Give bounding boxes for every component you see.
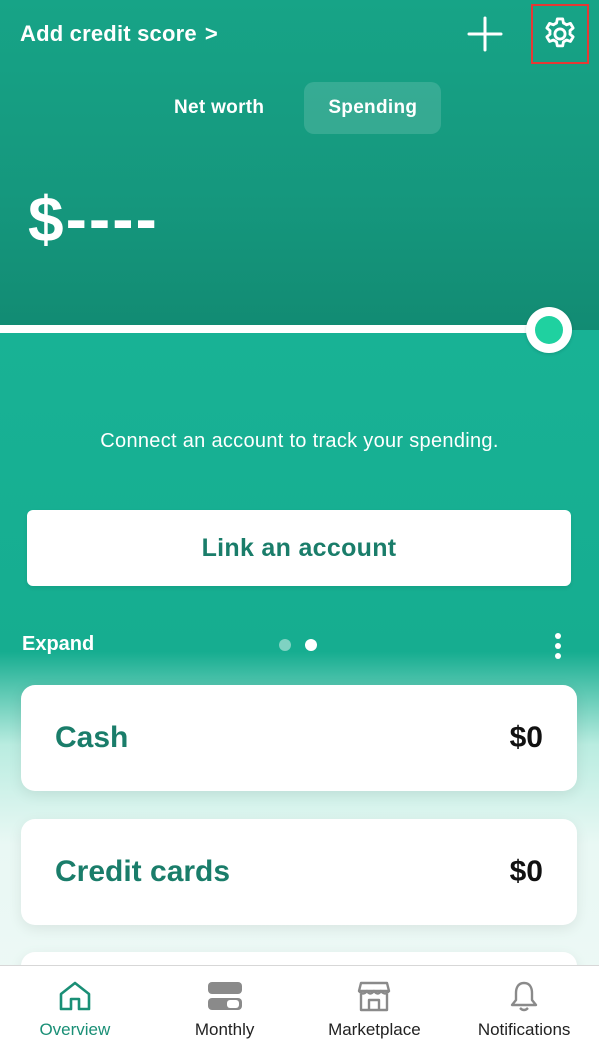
timeline-handle[interactable]	[526, 307, 572, 353]
bell-icon	[510, 981, 538, 1012]
nav-monthly[interactable]: Monthly	[150, 966, 300, 1045]
more-dot-icon	[555, 653, 561, 659]
timeline-handle-dot	[535, 316, 563, 344]
page-indicator	[279, 639, 317, 651]
nav-overview[interactable]: Overview	[0, 966, 150, 1045]
more-dot-icon	[555, 633, 561, 639]
nav-label: Monthly	[194, 1020, 255, 1039]
home-icon	[59, 981, 91, 1011]
chevron-right-icon: >	[204, 21, 218, 46]
card-value: $0	[509, 721, 543, 754]
page-dot-2[interactable]	[305, 639, 317, 651]
settings-button[interactable]	[531, 4, 589, 64]
expand-button[interactable]: Expand	[22, 633, 94, 656]
connect-message: Connect an account to track your spendin…	[100, 430, 499, 452]
card-value: $0	[509, 855, 543, 888]
bottom-nav: Overview Monthly Marketplace Notificatio…	[0, 965, 599, 1045]
add-credit-score-link[interactable]: Add credit score >	[20, 18, 218, 50]
link-account-button[interactable]: Link an account	[27, 510, 571, 586]
credit-link-label: Add credit score	[20, 21, 197, 46]
nav-label: Notifications	[477, 1020, 571, 1039]
plus-icon	[467, 16, 503, 52]
page-dot-1[interactable]	[279, 639, 291, 651]
account-card-credit-cards[interactable]: Credit cards $0	[21, 819, 577, 925]
timeline-track	[0, 325, 550, 333]
spending-amount: $----	[28, 183, 159, 255]
nav-notifications[interactable]: Notifications	[449, 966, 599, 1045]
card-label: Credit cards	[55, 855, 231, 888]
more-options-button[interactable]	[548, 630, 568, 662]
add-button[interactable]	[465, 14, 505, 54]
nav-marketplace[interactable]: Marketplace	[300, 966, 450, 1045]
account-card-cash[interactable]: Cash $0	[21, 685, 577, 791]
more-dot-icon	[555, 643, 561, 649]
nav-label: Overview	[39, 1020, 111, 1039]
nav-label: Marketplace	[328, 1020, 421, 1039]
monthly-icon	[207, 982, 242, 1010]
view-tabs: Net worth Spending	[150, 82, 442, 134]
tab-net-worth[interactable]: Net worth	[150, 82, 288, 134]
top-bar: Add credit score >	[0, 0, 599, 70]
app-screen: Add credit score > Net worth Spending $-…	[0, 0, 599, 1045]
card-label: Cash	[55, 721, 129, 754]
gear-icon	[545, 17, 575, 48]
tab-spending[interactable]: Spending	[304, 82, 442, 134]
store-icon	[358, 981, 391, 1012]
